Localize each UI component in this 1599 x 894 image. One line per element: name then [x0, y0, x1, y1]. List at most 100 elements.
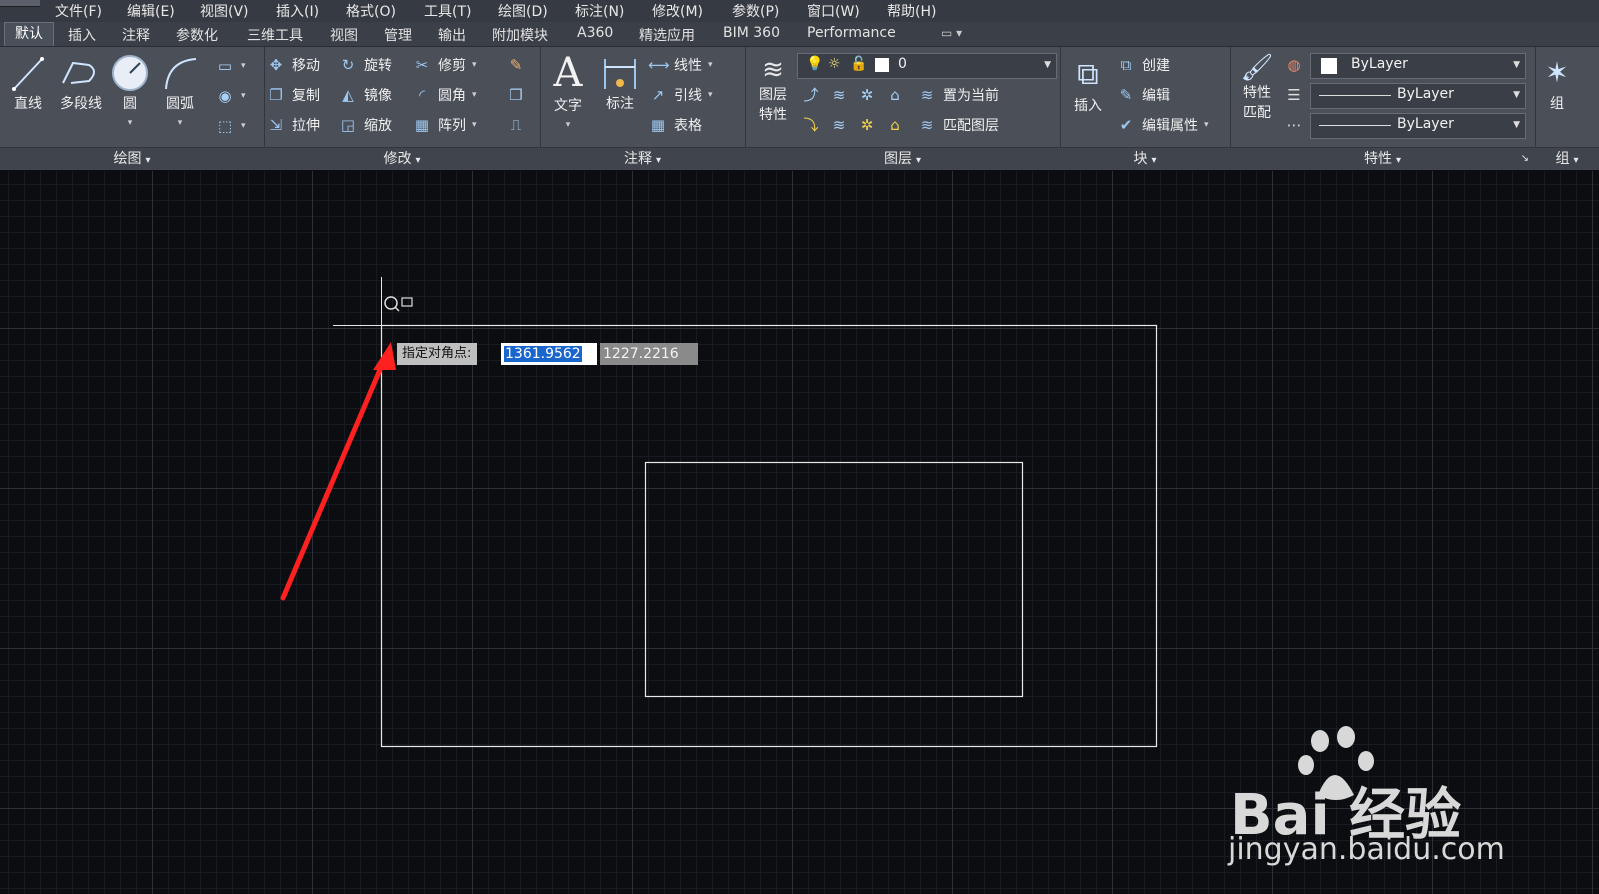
- mirror-button[interactable]: ◭ 镜像: [338, 85, 392, 105]
- layer-unlock-icon[interactable]: ⌂: [885, 115, 905, 135]
- menu-help[interactable]: 帮助(H): [887, 1, 936, 21]
- x-coordinate-input[interactable]: 1361.9562: [501, 343, 597, 365]
- lineweight-dropdown[interactable]: ByLayer ▼: [1310, 113, 1526, 139]
- tab-view[interactable]: 视图: [330, 25, 358, 45]
- layer-off-icon[interactable]: ⤴: [801, 85, 821, 105]
- scale-icon: ◲: [340, 116, 356, 134]
- match-properties-icon: 🖌: [1240, 53, 1274, 83]
- tab-insert[interactable]: 插入: [68, 25, 96, 45]
- arc-button[interactable]: 圆弧 ▾: [158, 53, 202, 129]
- tab-bim360[interactable]: BIM 360: [723, 25, 780, 41]
- color-swatch: [875, 58, 889, 72]
- tab-featured-apps[interactable]: 精选应用: [639, 25, 695, 45]
- panel-group-title[interactable]: 组 ▾: [1535, 147, 1599, 170]
- explode-button[interactable]: ❒: [506, 85, 526, 105]
- menu-file[interactable]: 文件(F): [55, 1, 102, 21]
- make-current-button[interactable]: ≋ 置为当前: [917, 85, 999, 105]
- erase-button[interactable]: ✎: [506, 55, 526, 75]
- menu-parametric[interactable]: 参数(P): [732, 1, 779, 21]
- x-coordinate-value: 1361.9562: [504, 346, 582, 362]
- create-block-button[interactable]: ⧉ 创建: [1116, 55, 1170, 75]
- panel-modify: ✥ 移动 ↻ 旋转 ✂ 修剪 ▾ ❐ 复制 ◭ 镜像 ◜ 圆角 ▾ ⇲ 拉伸 ◲ 缩放 ▦ 阵列 ▾ ✎…: [264, 47, 541, 170]
- rectangle-button[interactable]: ▭ ▾: [215, 56, 246, 76]
- color-dropdown[interactable]: ByLayer ▼: [1310, 53, 1526, 79]
- tab-output[interactable]: 输出: [438, 25, 466, 45]
- linetype-dropdown[interactable]: ByLayer ▼: [1310, 83, 1526, 109]
- menu-tools[interactable]: 工具(T): [424, 1, 471, 21]
- application-button[interactable]: [0, 0, 40, 7]
- linear-dimension-button[interactable]: ⟷ 线性 ▾: [648, 55, 713, 75]
- lineweight-icon: ☰: [1287, 86, 1301, 104]
- text-button[interactable]: A 文字 ▾: [548, 51, 588, 131]
- menu-edit[interactable]: 编辑(E): [127, 1, 175, 21]
- tab-a360[interactable]: A360: [577, 25, 613, 41]
- boundary-button[interactable]: ⬚ ▾: [215, 116, 246, 136]
- circle-button[interactable]: 圆 ▾: [110, 53, 150, 129]
- insert-block-button[interactable]: ⧉ 插入: [1066, 55, 1110, 115]
- move-icon: ✥: [269, 56, 283, 74]
- rotate-button[interactable]: ↻ 旋转: [338, 55, 392, 75]
- bulb-icon: 💡: [806, 56, 824, 72]
- layer-tools-row1: ⤴ ≋ ✲ ⌂: [801, 85, 905, 105]
- polyline-button[interactable]: 多段线: [54, 53, 108, 113]
- edit-block-icon: ✎: [1119, 86, 1133, 104]
- edit-block-button[interactable]: ✎ 编辑: [1116, 85, 1170, 105]
- camera-icon[interactable]: ▭ ▾: [941, 26, 962, 40]
- match-properties-button[interactable]: 🖌 特性 匹配: [1236, 53, 1278, 123]
- panel-block-title[interactable]: 块 ▾: [1060, 147, 1230, 170]
- menu-view[interactable]: 视图(V): [200, 1, 249, 21]
- menu-format[interactable]: 格式(O): [346, 1, 396, 21]
- tab-3d-tools[interactable]: 三维工具: [247, 25, 303, 45]
- copy-button[interactable]: ❐ 复制: [266, 85, 320, 105]
- layers-icon: ≋: [762, 55, 784, 85]
- leader-button[interactable]: ↗ 引线 ▾: [648, 85, 713, 105]
- trim-button[interactable]: ✂ 修剪 ▾: [412, 55, 477, 75]
- layer-isolate-icon[interactable]: ≋: [829, 85, 849, 105]
- panel-modify-title[interactable]: 修改 ▾: [264, 147, 540, 170]
- hatch-button[interactable]: ◉ ▾: [215, 86, 245, 106]
- scale-button[interactable]: ◲ 缩放: [338, 115, 392, 135]
- layer-unisolate-icon[interactable]: ≋: [829, 115, 849, 135]
- menu-modify[interactable]: 修改(M): [652, 1, 703, 21]
- panel-properties-title[interactable]: 特性 ▾ ↘: [1230, 147, 1535, 170]
- layer-freeze-icon[interactable]: ✲: [857, 85, 877, 105]
- move-button[interactable]: ✥ 移动: [266, 55, 320, 75]
- text-icon: A: [553, 50, 583, 96]
- y-coordinate-input[interactable]: 1227.2216: [600, 343, 698, 365]
- fillet-button[interactable]: ◜ 圆角 ▾: [412, 85, 476, 105]
- array-button[interactable]: ▦ 阵列 ▾: [412, 115, 477, 135]
- circle-icon: [112, 55, 148, 91]
- menu-draw[interactable]: 绘图(D): [498, 1, 548, 21]
- tab-manage[interactable]: 管理: [384, 25, 412, 45]
- hatch-icon: ◉: [218, 87, 232, 105]
- panel-layers-title[interactable]: 图层 ▾: [745, 147, 1060, 170]
- tab-annotate[interactable]: 注释: [122, 25, 150, 45]
- table-button[interactable]: ▦ 表格: [648, 115, 702, 135]
- ribbon-tabs: 默认 插入 注释 参数化 三维工具 视图 管理 输出 附加模块 A360 精选应…: [0, 22, 1599, 47]
- tab-performance[interactable]: Performance: [807, 25, 896, 41]
- layer-lock-icon[interactable]: ⌂: [885, 85, 905, 105]
- tab-addins[interactable]: 附加模块: [492, 25, 548, 45]
- lock-icon: 🔓: [850, 56, 868, 72]
- mirror-icon: ◭: [342, 86, 354, 104]
- tab-parametric[interactable]: 参数化: [176, 25, 218, 45]
- group-button[interactable]: ✶ 组: [1539, 53, 1575, 113]
- stretch-button[interactable]: ⇲ 拉伸: [266, 115, 320, 135]
- edit-attribute-button[interactable]: ✔ 编辑属性 ▾: [1116, 115, 1209, 135]
- tab-default[interactable]: 默认: [4, 22, 54, 46]
- menu-insert[interactable]: 插入(I): [276, 1, 319, 21]
- boundary-icon: ⬚: [217, 117, 233, 135]
- panel-block: ⧉ 插入 ⧉ 创建 ✎ 编辑 ✔ 编辑属性 ▾ 块 ▾: [1060, 47, 1231, 170]
- layer-on-icon[interactable]: ⤵: [801, 115, 821, 135]
- layer-properties-button[interactable]: ≋ 图层 特性: [753, 55, 793, 125]
- offset-button[interactable]: ⎍: [506, 115, 526, 135]
- panel-annotation-title[interactable]: 注释 ▾: [540, 147, 745, 170]
- dimension-button[interactable]: 标注: [600, 53, 640, 113]
- menu-window[interactable]: 窗口(W): [807, 1, 860, 21]
- layer-thaw-icon[interactable]: ✲: [857, 115, 877, 135]
- menu-dimension[interactable]: 标注(N): [575, 1, 624, 21]
- match-layer-button[interactable]: ≋ 匹配图层: [917, 115, 999, 135]
- line-button[interactable]: 直线: [8, 53, 48, 113]
- panel-draw-title[interactable]: 绘图 ▾: [0, 147, 264, 170]
- layer-dropdown[interactable]: 💡 ☼ 🔓 0 ▼: [797, 53, 1057, 79]
